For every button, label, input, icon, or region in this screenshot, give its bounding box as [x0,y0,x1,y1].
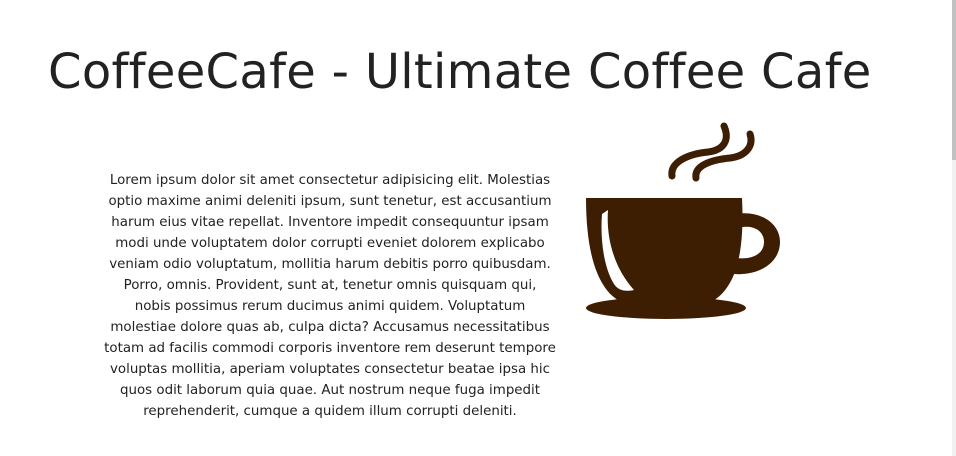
cup-body-icon [586,198,780,312]
intro-paragraph: Lorem ipsum dolor sit amet consectetur a… [104,173,556,419]
scrollbar[interactable] [952,0,956,456]
page-title: CoffeeCafe - Ultimate Coffee Cafe [48,44,872,100]
coffee-cup-icon [586,122,780,319]
scrollbar-thumb[interactable] [952,0,956,160]
saucer-icon [586,297,746,319]
steam-icon [668,122,755,182]
